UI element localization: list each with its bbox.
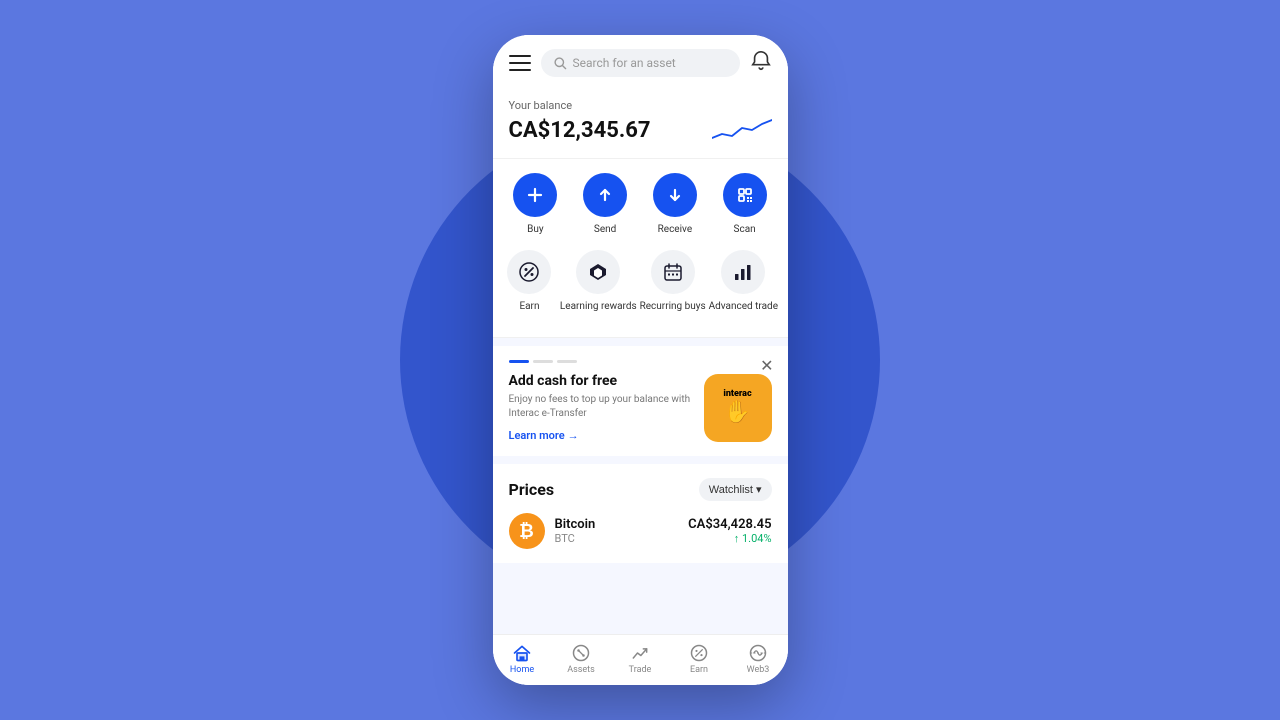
- balance-section: Your balance CA$12,345.67: [493, 87, 788, 159]
- nav-assets[interactable]: Assets: [559, 643, 603, 675]
- send-circle: [583, 173, 627, 217]
- banner-text: Add cash for free Enjoy no fees to top u…: [509, 373, 704, 442]
- dot-3: [557, 360, 577, 363]
- prices-title: Prices: [509, 480, 555, 499]
- advanced-trade-label: Advanced trade: [709, 300, 778, 313]
- action-learning[interactable]: Learning rewards: [560, 250, 637, 313]
- balance-row: CA$12,345.67: [509, 116, 772, 144]
- interac-hand-icon: ✋: [724, 400, 751, 425]
- phone-screen: Search for an asset Your balance CA$12,3…: [493, 35, 788, 685]
- bitcoin-ticker: BTC: [555, 532, 679, 545]
- banner-dots: [509, 360, 772, 363]
- interac-logo: interac ✋: [704, 374, 772, 442]
- nav-earn[interactable]: Earn: [677, 643, 721, 675]
- banner-section: ✕ Add cash for free Enjoy no fees to top…: [493, 346, 788, 456]
- actions-section: Buy Send: [493, 159, 788, 338]
- prices-header: Prices Watchlist ▾: [509, 478, 772, 501]
- banner-close-button[interactable]: ✕: [760, 358, 773, 374]
- balance-amount: CA$12,345.67: [509, 118, 651, 143]
- buy-label: Buy: [527, 223, 543, 236]
- dot-2: [533, 360, 553, 363]
- chevron-down-icon: ▾: [756, 483, 762, 496]
- menu-icon[interactable]: [509, 55, 531, 71]
- bell-icon[interactable]: [750, 50, 772, 76]
- bitcoin-change: ↑ 1.04%: [688, 532, 771, 545]
- bitcoin-price-info: CA$34,428.45 ↑ 1.04%: [688, 517, 771, 545]
- search-placeholder: Search for an asset: [573, 56, 676, 70]
- action-recurring[interactable]: Recurring buys: [640, 250, 706, 313]
- assets-icon: [571, 643, 591, 663]
- interac-text: interac: [723, 390, 751, 400]
- prices-section: Prices Watchlist ▾ ₿ Bitcoin BTC CA$34,4…: [493, 464, 788, 563]
- actions-row-1: Buy Send: [501, 173, 780, 236]
- bitcoin-info: Bitcoin BTC: [555, 517, 679, 545]
- nav-web3[interactable]: Web3: [736, 643, 780, 675]
- action-earn[interactable]: Earn: [502, 250, 557, 313]
- actions-row-2: Earn Learning rewards: [501, 250, 780, 313]
- balance-label: Your balance: [509, 99, 772, 112]
- action-advanced-trade[interactable]: Advanced trade: [709, 250, 778, 313]
- trade-icon: [630, 643, 650, 663]
- banner-content: Add cash for free Enjoy no fees to top u…: [509, 373, 772, 442]
- web3-icon: [748, 643, 768, 663]
- nav-trade-label: Trade: [629, 665, 652, 675]
- earn-circle: [507, 250, 551, 294]
- action-send[interactable]: Send: [578, 173, 633, 236]
- home-icon: [512, 643, 532, 663]
- balance-chart: [712, 116, 772, 144]
- earn-label: Earn: [519, 300, 539, 313]
- learning-circle: [576, 250, 620, 294]
- advanced-trade-circle: [721, 250, 765, 294]
- banner-learn-more[interactable]: Learn more →: [509, 429, 694, 442]
- banner-title: Add cash for free: [509, 373, 694, 389]
- bitcoin-icon: ₿: [509, 513, 545, 549]
- action-buy[interactable]: Buy: [508, 173, 563, 236]
- bottom-nav: Home Assets Trade: [493, 634, 788, 685]
- receive-label: Receive: [658, 223, 693, 236]
- recurring-circle: [651, 250, 695, 294]
- bitcoin-asset-row[interactable]: ₿ Bitcoin BTC CA$34,428.45 ↑ 1.04%: [509, 513, 772, 549]
- recurring-label: Recurring buys: [640, 300, 706, 313]
- search-icon: [553, 56, 567, 70]
- nav-assets-label: Assets: [567, 665, 595, 675]
- send-label: Send: [594, 223, 616, 236]
- phone-frame: Search for an asset Your balance CA$12,3…: [493, 35, 788, 685]
- earn-nav-icon: [689, 643, 709, 663]
- action-scan[interactable]: Scan: [717, 173, 772, 236]
- bitcoin-name: Bitcoin: [555, 517, 679, 532]
- nav-home[interactable]: Home: [500, 643, 544, 675]
- bitcoin-price: CA$34,428.45: [688, 517, 771, 532]
- watchlist-label: Watchlist: [709, 484, 753, 496]
- receive-circle: [653, 173, 697, 217]
- dot-1: [509, 360, 529, 363]
- nav-trade[interactable]: Trade: [618, 643, 662, 675]
- watchlist-button[interactable]: Watchlist ▾: [699, 478, 772, 501]
- banner-description: Enjoy no fees to top up your balance wit…: [509, 393, 694, 421]
- scan-circle: [723, 173, 767, 217]
- scan-label: Scan: [734, 223, 756, 236]
- action-receive[interactable]: Receive: [647, 173, 702, 236]
- learning-label: Learning rewards: [560, 300, 637, 313]
- buy-circle: [513, 173, 557, 217]
- search-bar[interactable]: Search for an asset: [541, 49, 740, 77]
- nav-home-label: Home: [510, 665, 534, 675]
- header: Search for an asset: [493, 35, 788, 87]
- nav-earn-label: Earn: [690, 665, 708, 675]
- arrow-icon: →: [568, 429, 579, 442]
- nav-web3-label: Web3: [747, 665, 770, 675]
